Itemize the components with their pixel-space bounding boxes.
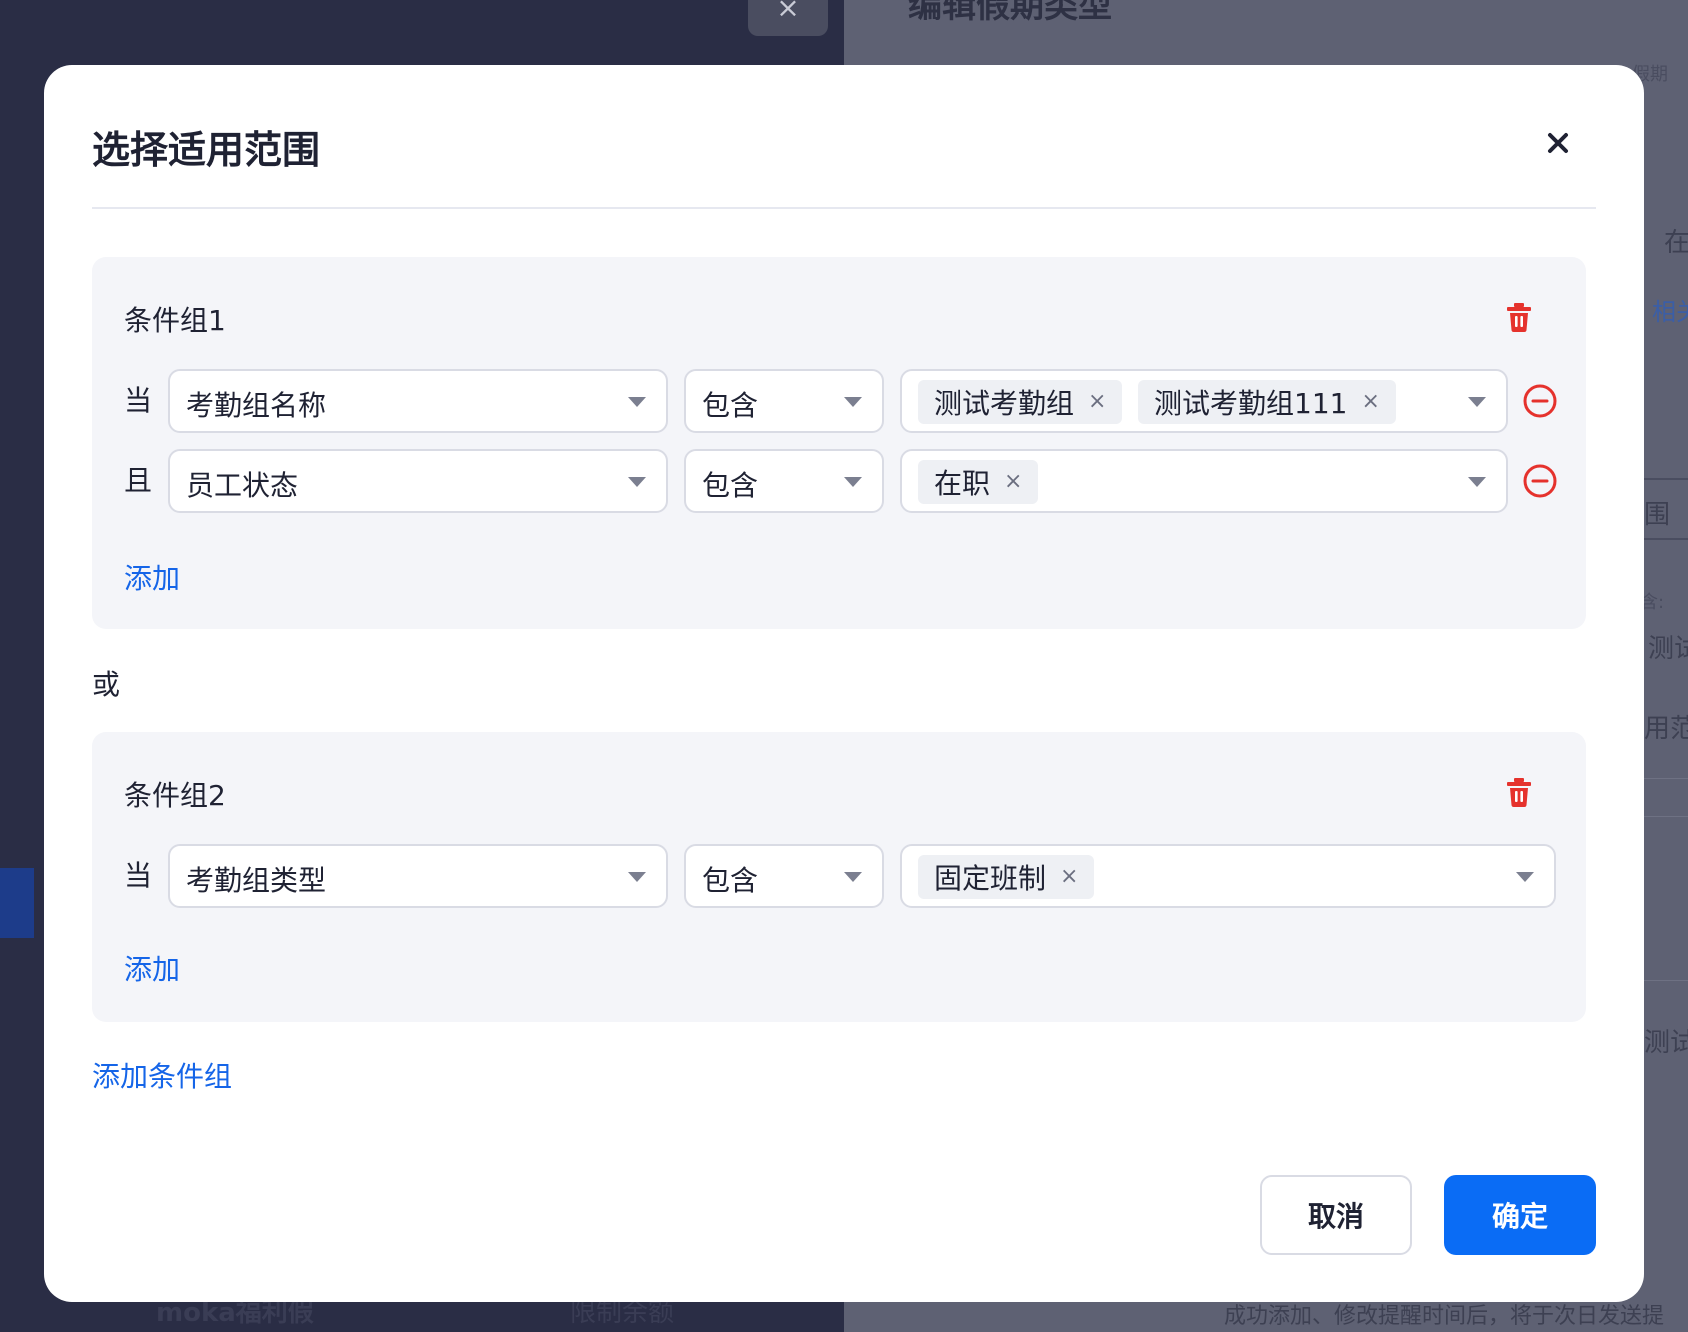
background-divider	[1640, 778, 1688, 779]
background-text: 测试	[1644, 1028, 1688, 1058]
scope-dialog: 选择适用范围 条件组1 当 考勤组名称 包含 测试考勤组 × 测试考勤组111 …	[44, 65, 1644, 1302]
operator-select-value: 包含	[702, 469, 759, 502]
background-text: 成功添加、修改提醒时间后，将于次日发送提	[1224, 1304, 1665, 1329]
value-multiselect[interactable]: 固定班制 ×	[900, 844, 1556, 908]
tag-remove-icon[interactable]: ×	[1004, 471, 1022, 493]
operator-select-value: 包含	[702, 864, 759, 897]
operator-select[interactable]: 包含	[684, 844, 884, 908]
value-multiselect[interactable]: 在职 ×	[900, 449, 1508, 513]
value-tag-label: 在职	[934, 467, 991, 500]
field-select-value: 考勤组类型	[186, 864, 327, 897]
condition-connector: 当	[124, 384, 153, 417]
background-divider	[1640, 980, 1688, 981]
value-tag: 测试考勤组111 ×	[1138, 380, 1396, 424]
close-icon[interactable]	[1540, 125, 1576, 161]
cancel-button[interactable]: 取消	[1260, 1175, 1412, 1255]
tag-remove-icon[interactable]: ×	[1060, 866, 1078, 888]
caret-down-icon	[628, 397, 646, 407]
dialog-divider	[92, 207, 1596, 209]
background-text: 围	[1644, 500, 1671, 530]
delete-group-trash-icon[interactable]	[1504, 776, 1534, 808]
field-select-value: 员工状态	[186, 469, 299, 502]
or-separator: 或	[92, 668, 121, 701]
operator-select[interactable]: 包含	[684, 449, 884, 513]
value-multiselect[interactable]: 测试考勤组 × 测试考勤组111 ×	[900, 369, 1508, 433]
caret-down-icon	[844, 872, 862, 882]
background-divider	[1640, 816, 1688, 817]
add-condition-group-link[interactable]: 添加条件组	[92, 1055, 232, 1095]
background-link: 相关	[1652, 298, 1688, 326]
tag-remove-icon[interactable]: ×	[1088, 391, 1106, 413]
background-close-button: ×	[748, 0, 828, 36]
group-title: 条件组1	[124, 304, 226, 337]
value-tag: 固定班制 ×	[918, 855, 1095, 899]
delete-group-trash-icon[interactable]	[1504, 301, 1534, 333]
confirm-button[interactable]: 确定	[1444, 1175, 1596, 1255]
field-select[interactable]: 考勤组名称	[168, 369, 668, 433]
background-text: 用范	[1644, 714, 1688, 744]
caret-down-icon	[844, 397, 862, 407]
background-text: 测试	[1648, 634, 1688, 664]
background-page-title: 编辑假期类型	[908, 0, 1112, 26]
tag-remove-icon[interactable]: ×	[1361, 391, 1379, 413]
group-title: 条件组2	[124, 779, 226, 812]
remove-condition-minus-circle-icon[interactable]	[1522, 383, 1558, 419]
field-select[interactable]: 考勤组类型	[168, 844, 668, 908]
background-text: 在	[1664, 228, 1688, 258]
add-condition-link[interactable]: 添加	[124, 557, 180, 597]
condition-group-2: 条件组2 当 考勤组类型 包含 固定班制 × 添加	[92, 732, 1586, 1022]
value-tag-label: 固定班制	[934, 862, 1047, 895]
value-tag-label: 测试考勤组	[934, 387, 1075, 420]
operator-select-value: 包含	[702, 389, 759, 422]
value-tag: 在职 ×	[918, 460, 1039, 504]
value-tag: 测试考勤组 ×	[918, 380, 1123, 424]
value-tag-label: 测试考勤组111	[1154, 387, 1348, 420]
condition-group-1: 条件组1 当 考勤组名称 包含 测试考勤组 × 测试考勤组111 × 且 员工状…	[92, 257, 1586, 629]
caret-down-icon	[844, 477, 862, 487]
caret-down-icon	[1468, 397, 1486, 407]
caret-down-icon	[628, 872, 646, 882]
condition-connector: 当	[124, 859, 153, 892]
field-select-value: 考勤组名称	[186, 389, 327, 422]
dialog-title: 选择适用范围	[92, 128, 321, 172]
caret-down-icon	[628, 477, 646, 487]
background-nav-highlight	[0, 868, 34, 938]
field-select[interactable]: 员工状态	[168, 449, 668, 513]
remove-condition-minus-circle-icon[interactable]	[1522, 463, 1558, 499]
add-condition-link[interactable]: 添加	[124, 948, 180, 988]
caret-down-icon	[1468, 477, 1486, 487]
condition-connector: 且	[124, 464, 153, 497]
operator-select[interactable]: 包含	[684, 369, 884, 433]
caret-down-icon	[1516, 872, 1534, 882]
